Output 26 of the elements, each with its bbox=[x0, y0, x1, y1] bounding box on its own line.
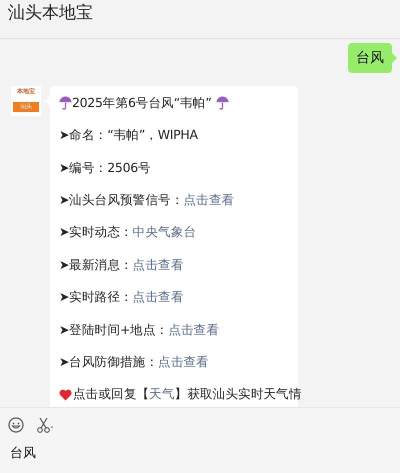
link[interactable]: 点击查看 bbox=[132, 288, 184, 307]
message-text: ➤台风防御措施： bbox=[59, 352, 158, 371]
message-text: ➤编号：2506号 bbox=[59, 158, 151, 177]
chat-title: 汕头本地宝 bbox=[8, 2, 93, 25]
umbrella-icon bbox=[216, 96, 229, 110]
link[interactable]: 点击查看 bbox=[168, 320, 220, 340]
link[interactable]: 天气 bbox=[149, 385, 175, 404]
link[interactable]: 中央气象台 bbox=[132, 223, 196, 242]
scissors-icon[interactable] bbox=[36, 417, 54, 433]
emoji-icon[interactable] bbox=[8, 417, 24, 433]
link[interactable]: 点击查看 bbox=[158, 352, 209, 372]
message-text: ➤最新消息： bbox=[59, 256, 133, 274]
message-text: ➤登陆时间+地点： bbox=[59, 320, 168, 339]
message-input[interactable]: 台风 bbox=[10, 442, 390, 464]
message-text: 点击或回复【 bbox=[73, 385, 150, 404]
message-text: ➤实时路径： bbox=[59, 288, 133, 306]
message-text: ➤汕头台风预警信号： bbox=[59, 190, 184, 209]
link[interactable]: 点击查看 bbox=[132, 256, 184, 275]
message-text: ➤实时动态： bbox=[59, 223, 133, 242]
message-text: 2025年第6号台风“韦帕” bbox=[72, 94, 212, 112]
heart-icon bbox=[59, 388, 72, 401]
umbrella-icon bbox=[59, 96, 72, 110]
link[interactable]: 点击查看 bbox=[183, 190, 234, 210]
bubble-tail bbox=[392, 53, 397, 63]
message-text: ➤命名：“韦帕”，WIPHA bbox=[59, 126, 198, 144]
message-text: 】获取汕头实时天气情 bbox=[174, 385, 302, 404]
